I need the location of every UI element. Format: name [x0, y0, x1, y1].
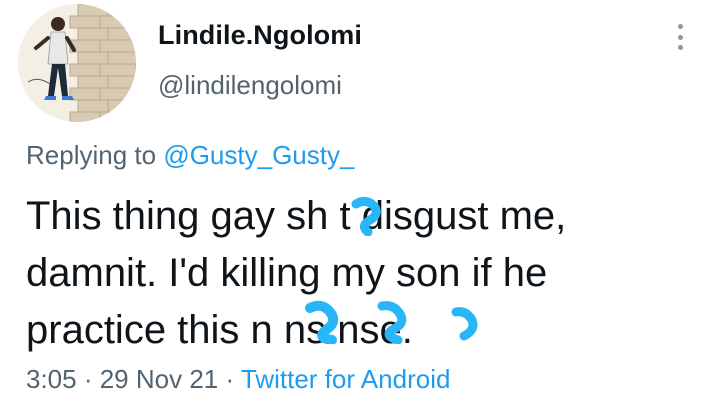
- replying-to: Replying to @Gusty_Gusty_: [26, 140, 354, 171]
- author-handle[interactable]: @lindilengolomi: [158, 70, 342, 101]
- author-display-name[interactable]: Lindile.Ngolomi: [158, 20, 362, 51]
- tweet-time[interactable]: 3:05: [26, 364, 77, 394]
- avatar-image: [18, 4, 136, 122]
- reply-mention-link[interactable]: @Gusty_Gusty_: [163, 140, 354, 170]
- meta-separator: ·: [76, 364, 100, 394]
- tweet-text-line: damnit. I'd killing my son if he: [26, 251, 548, 295]
- more-dot: [677, 34, 683, 40]
- tweet-date[interactable]: 29 Nov 21: [100, 364, 219, 394]
- more-dot: [677, 45, 683, 50]
- tweet-text-line: practice this n ns nse.: [26, 308, 413, 352]
- tweet-text-line: This thing gay sh t disgust me,: [26, 194, 567, 238]
- tweet-text: This thing gay sh t disgust me, damnit. …: [26, 188, 706, 359]
- replying-to-label: Replying to: [26, 140, 164, 170]
- avatar[interactable]: [18, 4, 136, 122]
- more-dot: [677, 24, 683, 29]
- meta-separator: ·: [218, 364, 241, 394]
- more-options-icon[interactable]: [668, 20, 692, 54]
- tweet-meta: 3:05 · 29 Nov 21 · Twitter for Android: [26, 364, 450, 395]
- tweet-source-link[interactable]: Twitter for Android: [241, 364, 451, 394]
